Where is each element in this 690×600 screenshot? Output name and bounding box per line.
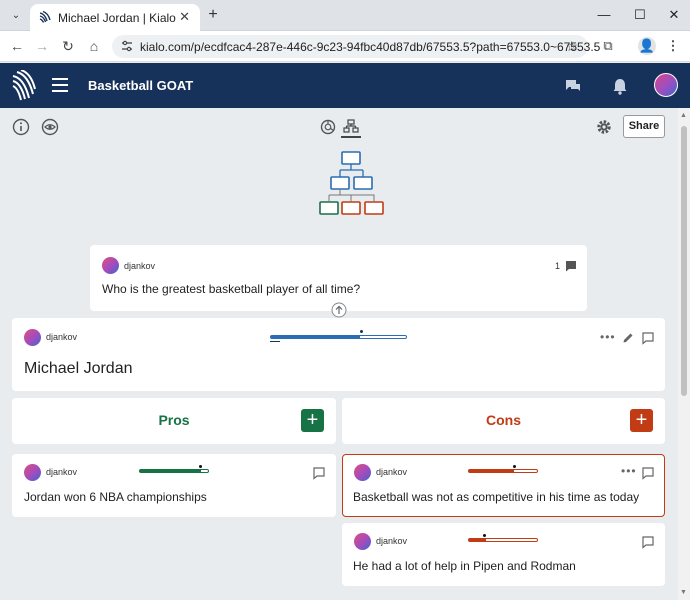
kialo-favicon-icon — [39, 10, 51, 23]
settings-gear-icon[interactable] — [595, 118, 613, 136]
cons-label: Cons — [486, 412, 521, 428]
browser-menu-icon[interactable]: ⋮ — [664, 37, 682, 55]
author-name[interactable]: djankov — [46, 332, 77, 342]
chat-icon[interactable] — [563, 76, 583, 96]
add-con-button[interactable]: + — [630, 409, 653, 432]
profile-icon[interactable]: 👤 — [638, 37, 656, 55]
author-name[interactable]: djankov — [46, 467, 77, 477]
comment-icon[interactable] — [564, 259, 578, 273]
window-close-icon[interactable]: ✕ — [666, 7, 682, 23]
vote-distribution-bar[interactable] — [139, 469, 209, 473]
scroll-down-arrow-icon[interactable]: ▼ — [680, 589, 687, 596]
pro-claim-card[interactable]: djankov Jordan won 6 NBA championships — [12, 454, 336, 517]
back-icon[interactable]: ← — [8, 37, 26, 55]
pro-claim-text[interactable]: Jordan won 6 NBA championships — [24, 490, 207, 504]
vote-bar-fill — [271, 336, 361, 338]
home-icon[interactable]: ⌂ — [85, 37, 103, 55]
con-claim-card[interactable]: djankov He had a lot of help in Pipen an… — [342, 523, 665, 586]
minimize-icon[interactable]: — — [596, 7, 612, 22]
notification-bell-icon[interactable] — [610, 76, 630, 96]
author-avatar[interactable] — [102, 257, 119, 274]
extensions-icon[interactable]: ⧉ — [599, 37, 617, 55]
active-view-underline — [341, 136, 361, 138]
tab-search-chevron-down-icon[interactable]: ⌄ — [6, 5, 26, 25]
argument-map-tree-icon[interactable] — [316, 150, 386, 216]
browser-tabstrip: ⌄ Michael Jordan | Kialo ✕ + — ☐ ✕ — [0, 0, 690, 31]
author-name[interactable]: djankov — [124, 261, 155, 271]
reload-icon[interactable]: ↻ — [59, 37, 77, 55]
con-claim-text[interactable]: Basketball was not as competitive in his… — [353, 490, 639, 504]
browser-tab[interactable]: Michael Jordan | Kialo ✕ — [30, 4, 200, 31]
pros-label: Pros — [158, 412, 190, 428]
discussion-content: Share djankov 1 Who is the greatest bask… — [0, 108, 678, 600]
scrollbar-thumb[interactable] — [681, 126, 687, 396]
comment-icon[interactable] — [312, 466, 326, 480]
comment-count: 1 — [555, 261, 561, 271]
vote-average-marker — [360, 330, 363, 333]
vote-bar-baseline — [270, 341, 280, 342]
scroll-up-arrow-icon[interactable]: ▲ — [680, 112, 687, 119]
vote-bar-fill — [140, 470, 202, 472]
maximize-icon[interactable]: ☐ — [632, 7, 648, 23]
eye-icon[interactable] — [41, 118, 59, 136]
discussion-title[interactable]: Basketball GOAT — [88, 78, 193, 93]
con-claim-card[interactable]: djankov ••• Basketball was not as compet… — [342, 454, 665, 517]
user-avatar[interactable] — [654, 73, 678, 97]
main-claim-card[interactable]: djankov ••• Michael Jordan — [12, 318, 665, 391]
comment-icon[interactable] — [641, 466, 655, 480]
add-pro-button[interactable]: + — [301, 409, 324, 432]
tab-close-icon[interactable]: ✕ — [179, 9, 190, 25]
kialo-logo-icon[interactable] — [10, 70, 36, 102]
bookmark-star-icon[interactable]: ☆ — [565, 38, 578, 55]
url-text: kialo.com/p/ecdfcac4-287e-446c-9c23-94fb… — [140, 40, 601, 54]
edit-pencil-icon[interactable] — [621, 331, 635, 345]
cons-column-header: Cons + — [342, 398, 665, 444]
more-options-icon[interactable]: ••• — [600, 330, 616, 344]
sunburst-view-icon[interactable] — [319, 118, 337, 136]
new-tab-plus-icon[interactable]: + — [204, 6, 222, 24]
con-claim-text[interactable]: He had a lot of help in Pipen and Rodman — [353, 559, 576, 573]
author-avatar[interactable] — [354, 533, 371, 550]
page-scrollbar[interactable]: ▲ ▼ — [678, 108, 690, 600]
author-name[interactable]: djankov — [376, 536, 407, 546]
more-options-icon[interactable]: ••• — [621, 464, 637, 478]
vote-bar-fill — [469, 470, 514, 472]
comment-icon[interactable] — [641, 535, 655, 549]
vote-distribution-bar[interactable] — [468, 538, 538, 542]
app-header: Basketball GOAT — [0, 63, 690, 108]
site-info-icon[interactable] — [120, 39, 134, 53]
vote-distribution-bar[interactable] — [468, 469, 538, 473]
author-avatar[interactable] — [24, 464, 41, 481]
share-button[interactable]: Share — [623, 115, 665, 138]
tree-view-icon[interactable] — [342, 118, 360, 136]
author-name[interactable]: djankov — [376, 467, 407, 477]
scroll-to-parent-arrow-icon[interactable] — [331, 302, 347, 318]
vote-average-marker — [483, 534, 486, 537]
vote-average-marker — [513, 465, 516, 468]
forward-icon[interactable]: → — [33, 37, 51, 55]
address-bar[interactable]: kialo.com/p/ecdfcac4-287e-446c-9c23-94fb… — [112, 35, 600, 58]
main-claim-text[interactable]: Michael Jordan — [24, 360, 133, 378]
menu-hamburger-icon[interactable] — [52, 78, 68, 92]
browser-toolbar: ← → ↻ ⌂ kialo.com/p/ecdfcac4-287e-446c-9… — [0, 31, 690, 62]
info-icon[interactable] — [12, 118, 30, 136]
author-avatar[interactable] — [24, 329, 41, 346]
tab-title: Michael Jordan | Kialo — [58, 11, 176, 25]
vote-bar-fill — [469, 539, 486, 541]
vote-distribution-bar[interactable] — [270, 335, 407, 339]
comment-icon[interactable] — [641, 331, 655, 345]
pros-column-header: Pros + — [12, 398, 336, 444]
author-avatar[interactable] — [354, 464, 371, 481]
parent-claim-text[interactable]: Who is the greatest basketball player of… — [102, 282, 360, 296]
vote-average-marker — [199, 465, 202, 468]
